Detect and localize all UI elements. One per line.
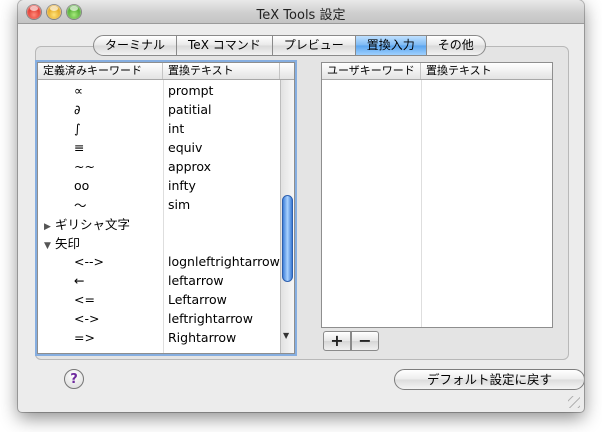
group-label: ギリシャ文字 xyxy=(55,217,131,232)
replacement-cell: leftrightarrow xyxy=(168,311,253,326)
window-title: TeX Tools 設定 xyxy=(256,8,346,23)
table-row[interactable]: ∫ int xyxy=(38,119,282,138)
tab-replacement-input[interactable]: 置換入力 xyxy=(355,36,427,55)
replacement-cell: leftarrow xyxy=(168,273,224,288)
replacement-cell: approx xyxy=(168,159,212,174)
keyword-cell: <--> xyxy=(74,254,104,269)
tab-preview[interactable]: プレビュー xyxy=(273,36,356,55)
group-label: 矢印 xyxy=(55,236,81,251)
table-row[interactable]: <--> lognleftrightarrow xyxy=(38,252,282,271)
column-header-replacement-text[interactable]: 置換テキスト xyxy=(163,63,280,79)
add-keyword-button[interactable]: + xyxy=(323,331,351,351)
tab-terminal[interactable]: ターミナル xyxy=(94,36,178,55)
replacement-cell: lognleftrightarrow xyxy=(168,254,280,269)
table-group-row[interactable]: ▼ 矢印 xyxy=(38,233,282,252)
keyword-cell: ← xyxy=(74,273,85,288)
preferences-window: TeX Tools 設定 ターミナル TeX コマンド プレビュー 置換入力 そ… xyxy=(18,0,584,412)
remove-keyword-button[interactable]: − xyxy=(351,331,379,351)
keyword-cell: 〜 xyxy=(74,198,87,213)
keyword-cell: ∫ xyxy=(74,121,81,136)
keyword-cell: => xyxy=(74,330,95,345)
table-row[interactable]: ∂ patitial xyxy=(38,100,282,119)
table-row[interactable]: <-> leftrightarrow xyxy=(38,309,282,328)
scrollbar-thumb[interactable] xyxy=(282,195,293,282)
keyword-cell: ∂ xyxy=(74,102,81,117)
table-row[interactable]: ← leftarrow xyxy=(38,271,282,290)
replacement-cell: patitial xyxy=(168,102,212,117)
keyword-cell: ≡ xyxy=(74,140,85,155)
restore-defaults-button[interactable]: デフォルト設定に戻す xyxy=(394,369,584,390)
disclosure-triangle-expanded-icon[interactable]: ▼ xyxy=(44,241,55,251)
disclosure-triangle-collapsed-icon[interactable]: ▶ xyxy=(44,222,55,232)
table-row[interactable]: 〜 sim xyxy=(38,195,282,214)
column-header-corner xyxy=(280,63,294,79)
resize-grip-icon[interactable] xyxy=(568,396,580,408)
replacement-cell: sim xyxy=(168,197,191,212)
replacement-cell: prompt xyxy=(168,83,214,98)
column-header-predefined-keyword[interactable]: 定義済みキーワード xyxy=(38,63,163,79)
table-row[interactable]: oo infty xyxy=(38,176,282,195)
keyword-cell: <-> xyxy=(74,311,100,326)
help-button[interactable]: ? xyxy=(64,369,84,389)
keyword-cell: oo xyxy=(74,178,90,193)
keyword-cell: ~~ xyxy=(74,159,95,174)
table-row[interactable]: => Rightarrow xyxy=(38,328,282,347)
table-row[interactable]: ≡ equiv xyxy=(38,138,282,157)
keyword-cell: ∝ xyxy=(74,83,83,98)
table-row[interactable]: <= Leftarrow xyxy=(38,290,282,309)
replacement-cell: equiv xyxy=(168,140,203,155)
scroll-down-arrow-icon[interactable]: ▼ xyxy=(283,331,289,340)
replacement-cell: Rightarrow xyxy=(168,330,237,345)
table-row[interactable]: ∝ prompt xyxy=(38,81,282,100)
tab-bar: ターミナル TeX コマンド プレビュー 置換入力 その他 xyxy=(93,35,486,56)
column-header-replacement-text[interactable]: 置換テキスト xyxy=(421,63,552,79)
tab-other[interactable]: その他 xyxy=(427,36,485,55)
replacement-cell: int xyxy=(168,121,185,136)
title-bar[interactable]: TeX Tools 設定 xyxy=(18,0,584,24)
column-divider xyxy=(421,80,422,327)
column-header-user-keyword[interactable]: ユーザキーワード xyxy=(322,63,421,79)
table-header: ユーザキーワード 置換テキスト xyxy=(322,63,552,80)
table-group-row[interactable]: ▶ ギリシャ文字 xyxy=(38,214,282,233)
predefined-keywords-table[interactable]: 定義済みキーワード 置換テキスト ∝ prompt ∂ patitial ∫ int ≡ eq… xyxy=(35,60,297,356)
predefined-table-body: ∝ prompt ∂ patitial ∫ int ≡ equiv ~~ approx oo inft… xyxy=(38,80,282,353)
user-keywords-table[interactable]: ユーザキーワード 置換テキスト xyxy=(321,62,553,328)
tab-tex-command[interactable]: TeX コマンド xyxy=(177,36,273,55)
keyword-cell: <= xyxy=(74,292,95,307)
vertical-scrollbar[interactable]: ▼ xyxy=(280,80,294,353)
table-row[interactable]: ~~ approx xyxy=(38,157,282,176)
table-header: 定義済みキーワード 置換テキスト xyxy=(38,63,294,80)
replacement-cell: Leftarrow xyxy=(168,292,227,307)
replacement-cell: infty xyxy=(168,178,196,193)
